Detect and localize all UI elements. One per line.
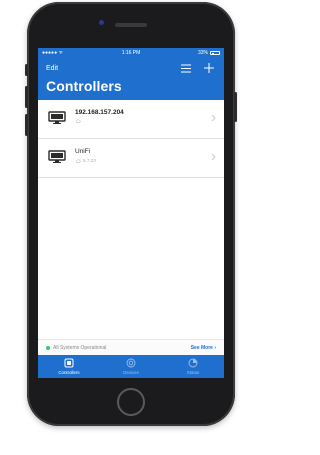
- tab-devices[interactable]: Devices: [100, 355, 162, 378]
- see-more-link[interactable]: See More ›: [191, 345, 216, 351]
- volume-down-button: [25, 114, 28, 136]
- tab-bar: Controllers Devices Status: [38, 355, 224, 378]
- battery-indicator: 33%: [198, 50, 220, 56]
- controller-row-1[interactable]: 192.168.157.204: [38, 100, 224, 139]
- page-title: Controllers: [46, 78, 122, 94]
- tab-label: Controllers: [58, 370, 80, 375]
- app-screen: ●●●●● ᯤ 1:16 PM 33% Edit Controllers 192…: [38, 48, 224, 378]
- controller-row-2[interactable]: UniFi 5.7.23: [38, 139, 224, 178]
- chevron-right-icon: [211, 153, 216, 161]
- monitor-icon: [48, 111, 66, 124]
- volume-up-button: [25, 86, 28, 108]
- controller-version: 5.7.23: [83, 158, 96, 163]
- front-camera: [99, 20, 104, 25]
- status-icon: [188, 358, 198, 368]
- plus-icon[interactable]: [204, 63, 214, 73]
- tab-label: Devices: [123, 370, 139, 375]
- tab-controllers[interactable]: Controllers: [38, 355, 100, 378]
- status-dot: [46, 346, 50, 350]
- phone-frame: ●●●●● ᯤ 1:16 PM 33% Edit Controllers 192…: [25, 2, 237, 426]
- earpiece-speaker: [115, 23, 147, 27]
- edit-button[interactable]: Edit: [46, 65, 58, 72]
- status-bar: ●●●●● ᯤ 1:16 PM 33%: [38, 48, 224, 58]
- system-status-bar: All Systems Operational See More ›: [38, 339, 224, 356]
- controllers-icon: [64, 358, 74, 368]
- navigation-header: Edit Controllers: [38, 58, 224, 100]
- cloud-icon: [75, 158, 81, 163]
- monitor-icon: [48, 150, 66, 163]
- chevron-right-icon: [211, 114, 216, 122]
- tab-status[interactable]: Status: [162, 355, 224, 378]
- devices-icon: [126, 358, 136, 368]
- cloud-icon: [75, 119, 81, 123]
- controller-name: UniFi: [75, 148, 91, 155]
- mute-switch: [25, 64, 28, 76]
- battery-icon: [210, 51, 220, 55]
- controller-subtitle: 5.7.23: [75, 158, 96, 163]
- power-button: [234, 92, 237, 122]
- controller-list: 192.168.157.204 UniFi 5.7.23: [38, 100, 224, 178]
- home-button[interactable]: [117, 388, 145, 416]
- status-time: 1:16 PM: [121, 50, 141, 56]
- controller-subtitle: [75, 119, 83, 123]
- tab-label: Status: [186, 370, 200, 375]
- system-status-text: All Systems Operational: [53, 345, 107, 351]
- hamburger-icon[interactable]: [181, 64, 191, 73]
- battery-percent: 33%: [197, 50, 208, 56]
- controller-name: 192.168.157.204: [75, 109, 124, 116]
